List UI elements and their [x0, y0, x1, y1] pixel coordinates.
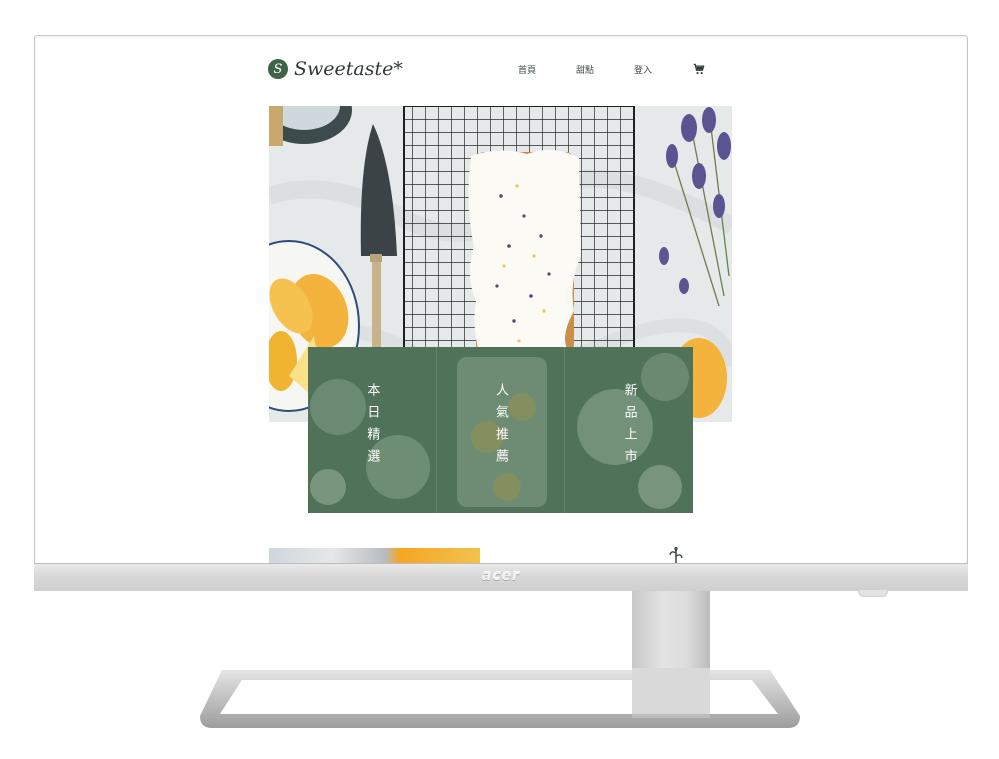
feature-card-new[interactable]: 新品上市	[564, 347, 693, 513]
feature-panel: 本日精選 人氣推薦 新品上市	[308, 347, 693, 513]
monitor-stand-base	[200, 668, 800, 728]
logo-text: Sweetaste*	[294, 58, 403, 80]
shopping-cart-icon[interactable]	[692, 62, 706, 76]
monitor-brand-logo: acer	[481, 568, 521, 584]
nav-login[interactable]: 登入	[634, 63, 652, 76]
feature-label-new: 新品上市	[621, 383, 637, 471]
monitor-screen: S Sweetaste* 首頁 甜點 登入 本日精選 人氣推薦 新品上市	[36, 38, 966, 563]
monitor-chin: acer	[34, 563, 968, 591]
nav-desserts[interactable]: 甜點	[576, 63, 594, 76]
feature-label-popular: 人氣推薦	[493, 383, 508, 471]
main-nav: 首頁 甜點 登入	[518, 62, 706, 76]
feature-card-today[interactable]: 本日精選	[308, 347, 436, 513]
logo-mark: S	[268, 59, 288, 79]
site-logo[interactable]: S Sweetaste*	[268, 58, 403, 80]
nav-home[interactable]: 首頁	[518, 63, 536, 76]
feature-label-today: 本日精選	[364, 383, 380, 471]
website: S Sweetaste* 首頁 甜點 登入 本日精選 人氣推薦 新品上市	[36, 38, 966, 563]
sprig-icon	[669, 547, 683, 563]
power-button[interactable]	[858, 590, 888, 597]
monitor-stand-neck	[632, 591, 710, 671]
section-preview-image	[269, 548, 480, 563]
feature-card-popular[interactable]: 人氣推薦	[435, 347, 565, 513]
